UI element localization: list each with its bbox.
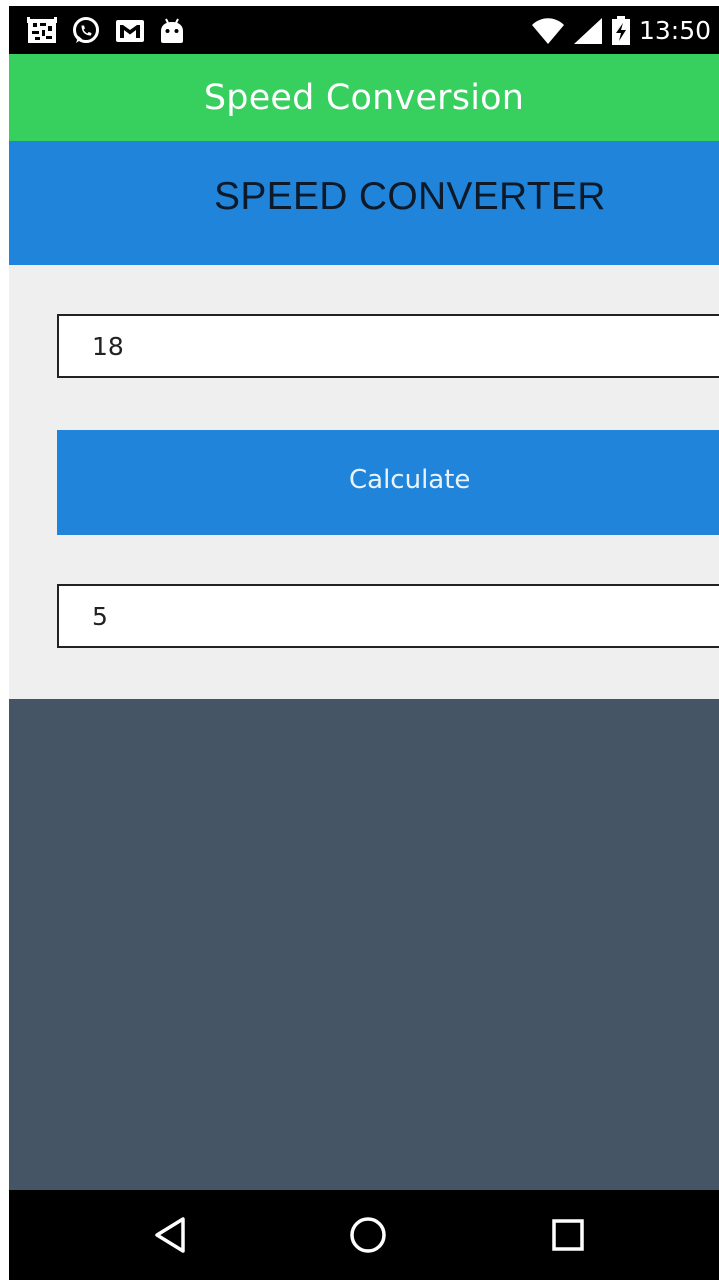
navigation-bar (9, 1190, 719, 1280)
notification-icons (27, 15, 185, 47)
converter-header: SPEED CONVERTER (9, 141, 719, 265)
gmail-icon (115, 19, 145, 43)
status-bar: 13:50 (9, 6, 719, 54)
back-button[interactable] (145, 1210, 195, 1260)
speed-input-field[interactable] (57, 314, 719, 378)
app-title: Speed Conversion (203, 77, 525, 118)
battery-icon (611, 16, 631, 46)
recents-button[interactable] (543, 1210, 593, 1260)
notification-grid-icon (27, 17, 57, 45)
phone-screen: 13:50 Speed Conversion SPEED CONVERTER C… (9, 6, 719, 1280)
speed-result-field[interactable] (57, 584, 719, 648)
empty-panel (9, 699, 719, 1190)
converter-title: SPEED CONVERTER (214, 175, 606, 218)
android-icon (159, 17, 185, 45)
recents-icon (552, 1219, 584, 1251)
home-button[interactable] (343, 1210, 393, 1260)
app-bar: Speed Conversion (9, 54, 719, 141)
calculate-button-label: Calculate (349, 465, 471, 495)
back-icon (155, 1217, 185, 1253)
system-icons: 13:50 (531, 15, 711, 47)
whatsapp-icon (71, 16, 101, 46)
converter-form: Calculate (9, 265, 719, 699)
calculate-button[interactable]: Calculate (57, 430, 719, 535)
cellular-signal-icon (573, 17, 603, 45)
wifi-icon (531, 17, 565, 45)
home-icon (350, 1217, 386, 1253)
status-time: 13:50 (638, 16, 711, 45)
